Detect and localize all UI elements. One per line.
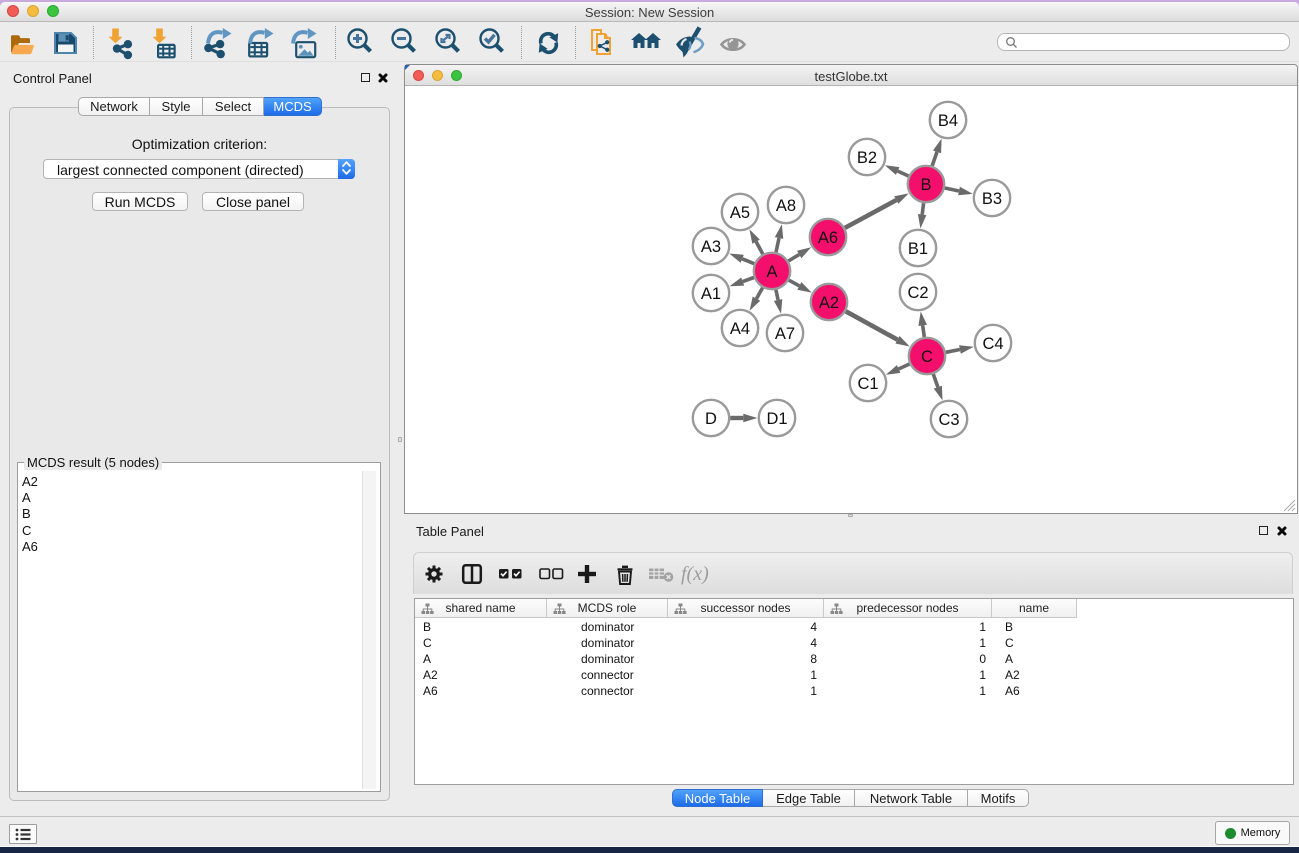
- svg-text:B: B: [920, 176, 931, 194]
- svg-text:A3: A3: [701, 238, 721, 256]
- svg-text:A7: A7: [775, 325, 795, 343]
- svg-text:D: D: [705, 410, 717, 428]
- svg-text:A1: A1: [701, 285, 721, 303]
- svg-text:B4: B4: [938, 112, 958, 130]
- svg-text:C4: C4: [982, 335, 1003, 353]
- svg-text:B2: B2: [857, 149, 877, 167]
- svg-text:A6: A6: [818, 229, 838, 247]
- svg-text:B1: B1: [908, 240, 928, 258]
- svg-text:A: A: [766, 263, 777, 281]
- svg-text:A4: A4: [730, 320, 750, 338]
- svg-text:C3: C3: [938, 411, 959, 429]
- svg-text:A2: A2: [819, 294, 839, 312]
- svg-text:D1: D1: [766, 410, 787, 428]
- svg-text:A8: A8: [776, 197, 796, 215]
- svg-text:C: C: [921, 348, 933, 366]
- svg-text:A5: A5: [730, 204, 750, 222]
- svg-text:C1: C1: [857, 375, 878, 393]
- svg-text:C2: C2: [907, 284, 928, 302]
- svg-text:B3: B3: [982, 190, 1002, 208]
- svg-text:f(x): f(x): [681, 563, 709, 585]
